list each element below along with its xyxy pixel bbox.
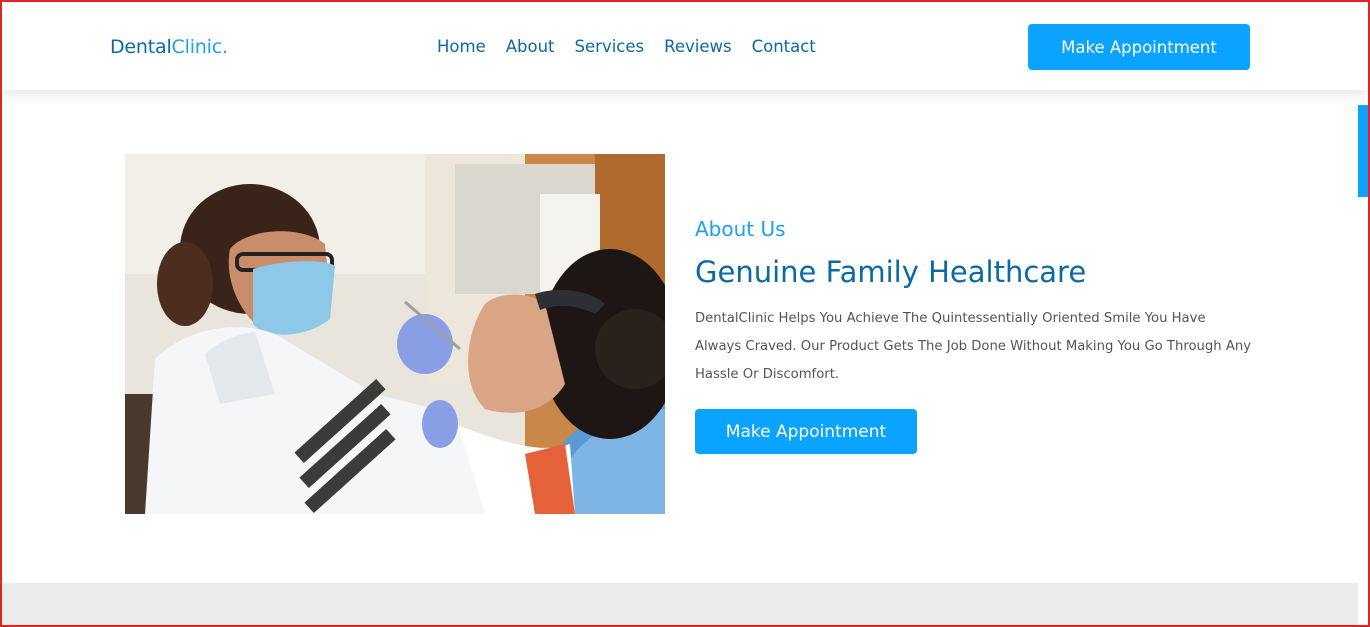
- site-header: DentalClinic. Home About Services Review…: [2, 2, 1368, 90]
- dentist-photo-illustration: [125, 154, 665, 514]
- about-kicker: About Us: [695, 217, 786, 241]
- nav-link-services[interactable]: Services: [575, 36, 645, 58]
- about-description: DentalClinic Helps You Achieve The Quint…: [695, 311, 1251, 382]
- nav-link-reviews[interactable]: Reviews: [664, 36, 731, 58]
- site-logo[interactable]: DentalClinic.: [110, 35, 228, 59]
- nav-link-contact[interactable]: Contact: [752, 36, 816, 58]
- nav-link-home[interactable]: Home: [437, 36, 486, 58]
- header-make-appointment-button[interactable]: Make Appointment: [1028, 24, 1250, 70]
- logo-text-dental: Dental: [110, 36, 172, 58]
- about-make-appointment-button[interactable]: Make Appointment: [695, 409, 917, 454]
- next-section-band: [2, 583, 1358, 625]
- scrollbar-thumb[interactable]: [1358, 105, 1368, 197]
- logo-text-clinic: Clinic.: [171, 36, 228, 58]
- about-title: Genuine Family Healthcare: [695, 255, 1087, 289]
- main-nav: Home About Services Reviews Contact: [437, 36, 836, 58]
- nav-link-about[interactable]: About: [506, 36, 555, 58]
- dentist-photo: [125, 154, 665, 514]
